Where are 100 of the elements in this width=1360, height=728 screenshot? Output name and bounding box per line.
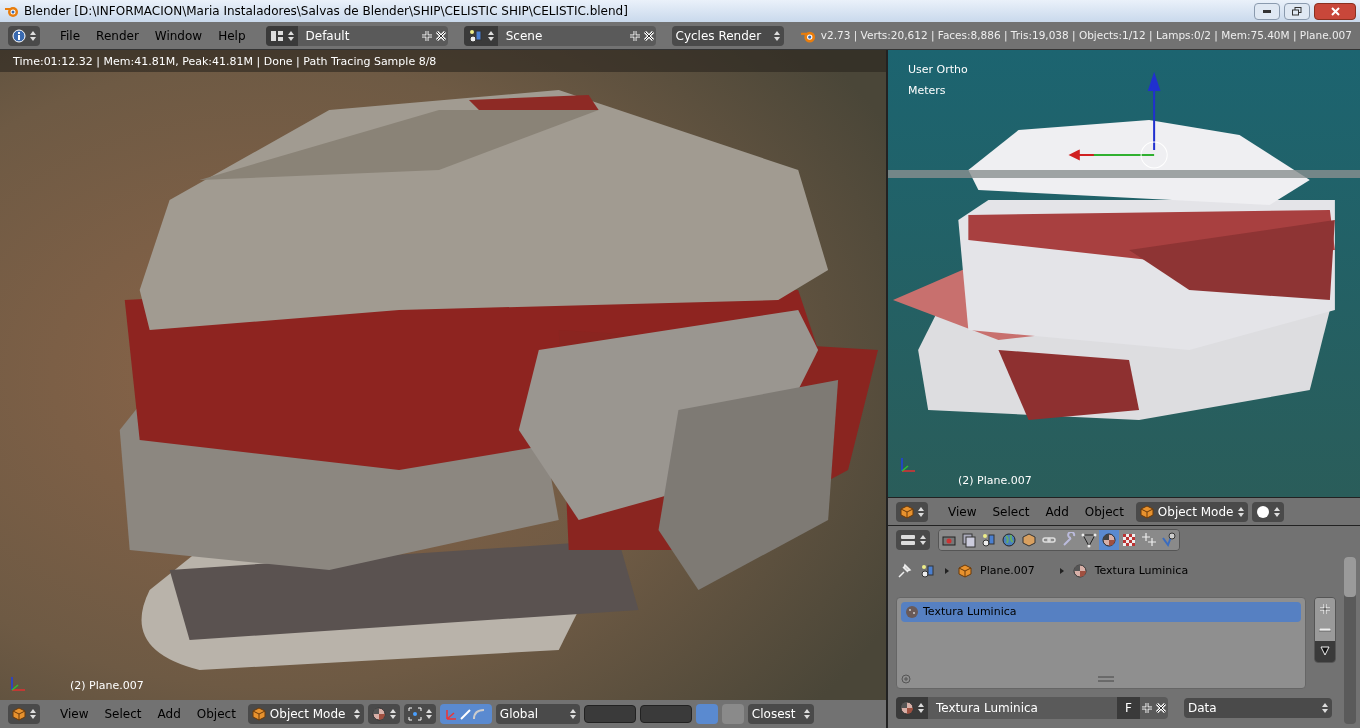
render-engine-dropdown[interactable]: Cycles Render [671,25,784,46]
properties-tab[interactable] [1119,529,1139,550]
cube-icon [12,707,26,721]
close-button[interactable] [1314,2,1356,20]
data-tab-icon [1081,531,1097,548]
updown-arrows-icon [920,533,926,546]
close-icon[interactable] [641,28,656,43]
menu-item[interactable]: Render [88,26,147,45]
menu-item[interactable]: Object [188,705,244,723]
properties-tab[interactable] [959,529,979,550]
close-icon[interactable] [433,28,448,43]
editor-type-button[interactable] [8,25,40,46]
fake-user-toggle[interactable]: F [1117,697,1140,719]
render-status: Time:01:12.32 | Mem:41.81M, Peak:41.81M | Done | Path Tracing Sample 8/8 [13,54,437,70]
object-label: (2) Plane.007 [958,472,1032,489]
minimize-icon [1263,9,1271,13]
menu-item[interactable]: Add [149,705,189,723]
restore-button[interactable] [1284,2,1310,20]
modifiers-tab-icon [1061,531,1077,548]
sphere-icon [371,707,386,721]
updown-arrows-icon [487,29,494,42]
blender-logo-icon [4,4,20,18]
editor-type-button[interactable] [896,501,928,522]
layer-buttons[interactable] [639,705,692,723]
menu-item[interactable]: View [940,502,985,521]
layer-buttons[interactable] [583,705,636,723]
editor-type-button[interactable] [896,529,930,550]
scrollbar[interactable] [1344,557,1356,724]
arrow-right-icon [1058,567,1065,575]
updown-arrows-icon [389,708,396,720]
menu-item[interactable]: Select [96,705,150,723]
menu-item[interactable]: Select [984,502,1038,521]
orientation-dropdown[interactable]: Global [495,704,580,724]
shading-dropdown[interactable] [367,704,400,724]
shading-dropdown[interactable] [1251,501,1284,522]
layout-field[interactable]: Default [265,25,448,46]
cube-icon [1139,504,1154,519]
minimize-button[interactable] [1254,2,1280,20]
updown-arrows-icon [803,708,810,720]
menu-item[interactable]: View [52,705,97,723]
pivot-dropdown[interactable] [403,704,436,724]
material-tab-icon [1101,531,1117,548]
scene-field[interactable]: Scene [463,25,656,46]
editor-type-button[interactable] [8,704,40,724]
particles-tab-icon [1141,531,1157,548]
properties-icon [900,533,916,546]
cube-icon [900,504,914,519]
resize-handle-icon[interactable] [1098,676,1114,682]
breadcrumb-item: Plane.007 [980,562,1035,579]
snap-dropdown[interactable]: Closest [747,704,814,724]
close-icon[interactable] [1154,701,1168,715]
updown-arrows-icon [1273,505,1280,518]
minus-icon [1319,628,1331,632]
scene-stats: v2.73 | Verts:20,612 | Faces:8,886 | Tris:19,038 | Objects:1/12 | Lamps:0/2 | Mem:75.40M | Plane.007 [820,27,1352,44]
updown-arrows-icon [1322,702,1328,714]
updown-arrows-icon [353,708,360,720]
menu-item[interactable]: Window [146,26,211,45]
snap-toggle[interactable] [721,704,744,724]
close-icon [1330,6,1340,16]
material-slot[interactable]: Textura Luminica [901,602,1301,622]
triangle-down-icon [1320,646,1330,657]
material-field[interactable]: Textura Luminica F [896,697,1168,719]
menu-item[interactable]: Add [1037,502,1077,521]
manipulator-toggle[interactable] [439,704,492,724]
lock-camera-toggle[interactable] [695,704,718,724]
sphere-icon [1255,504,1270,519]
axis-icon [8,674,28,694]
menu-item[interactable]: Help [210,26,254,45]
texture-sphere-icon [905,605,919,619]
object-label: (2) Plane.007 [70,677,144,694]
updown-arrows-icon [30,708,36,720]
mode-dropdown[interactable]: Object Mode [1135,501,1248,522]
cube-icon [251,707,266,721]
info-icon [12,28,26,43]
arrow-right-icon [944,567,950,575]
properties-tab[interactable] [1159,529,1179,550]
window-title: Blender [D:\INFORMACION\Maria Instaladores\Salvas de Blender\SHIP\CELISTIC SHIP\CELISTIC.blend] [24,3,629,20]
updown-arrows-icon [287,29,294,42]
physics-tab-icon [1161,531,1177,548]
world-tab-icon [1001,531,1017,548]
slot-menu-button[interactable] [1315,640,1335,662]
cube-icon [958,564,972,578]
updown-arrows-icon [918,702,924,714]
object-tab-icon [1021,531,1037,548]
updown-arrows-icon [1237,505,1244,518]
sphere-icon [1072,564,1087,578]
menu-item[interactable]: Object [1076,502,1132,521]
properties-tab[interactable] [1079,529,1099,550]
texture-tab-icon [1121,531,1137,548]
axis-icon [898,455,918,475]
menu-item[interactable]: File [52,26,89,45]
updown-arrows-icon [773,29,780,42]
updown-arrows-icon [918,505,924,518]
view-name: User Ortho [908,62,968,78]
link-dropdown[interactable]: Data [1184,698,1332,718]
units-label: Meters [908,83,946,99]
updown-arrows-icon [569,708,576,720]
updown-arrows-icon [425,708,432,720]
properties-tab[interactable] [1099,529,1119,550]
mode-dropdown[interactable]: Object Mode [247,704,364,724]
